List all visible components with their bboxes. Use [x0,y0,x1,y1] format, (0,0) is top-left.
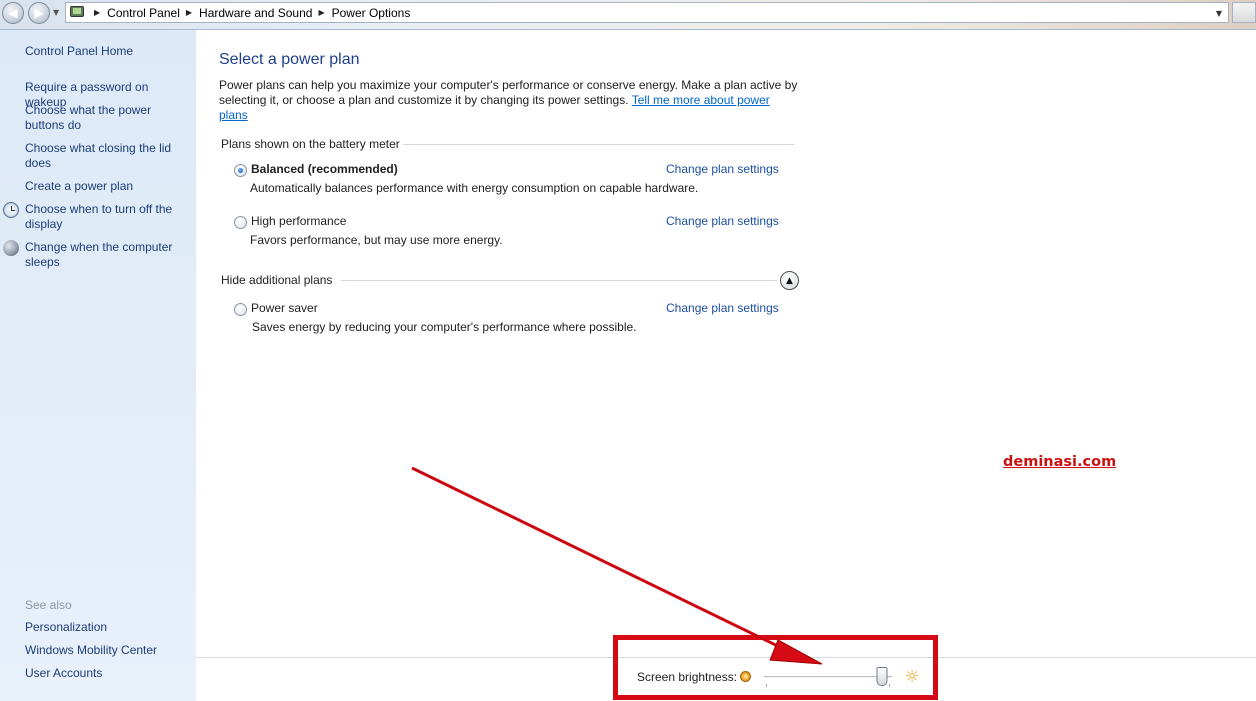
plan-desc-balanced: Automatically balances performance with … [250,181,699,195]
change-plan-settings-balanced[interactable]: Change plan settings [666,162,779,176]
plan-name-power-saver[interactable]: Power saver [251,301,318,315]
intro-text: Power plans can help you maximize your c… [219,78,799,123]
chevron-right-icon[interactable]: ▶ [94,8,100,17]
breadcrumb-hardware-and-sound[interactable]: Hardware and Sound [199,6,312,20]
control-panel-home-link[interactable]: Control Panel Home [25,44,193,59]
plan-desc-high-performance: Favors performance, but may use more ene… [250,233,503,247]
change-plan-settings-power-saver[interactable]: Change plan settings [666,301,779,315]
back-arrow-icon: ◀ [8,6,18,20]
highlight-box [613,635,938,700]
closing-lid-link[interactable]: Choose what closing the lid does [25,141,193,171]
mobility-center-link[interactable]: Windows Mobility Center [25,643,193,658]
plan-radio-balanced[interactable] [234,164,247,177]
turn-off-display-link[interactable]: Choose when to turn off the display [25,202,193,232]
create-power-plan-link[interactable]: Create a power plan [25,179,193,194]
watermark-text: deminasi.com [1003,454,1117,470]
breadcrumb-power-options[interactable]: Power Options [332,6,411,20]
hide-additional-plans-header[interactable]: Hide additional plans [221,273,332,287]
chevron-right-icon[interactable]: ▶ [318,8,324,17]
forward-arrow-icon: ▶ [34,6,44,20]
recent-pages-dropdown[interactable]: ▼ [53,8,59,17]
breadcrumb-control-panel[interactable]: Control Panel [107,6,180,20]
control-panel-icon [70,5,88,20]
forward-button[interactable]: ▶ [28,2,50,24]
back-button[interactable]: ◀ [2,2,24,24]
chevron-down-icon[interactable]: ▼ [1216,9,1222,18]
power-buttons-link[interactable]: Choose what the power buttons do [25,103,193,133]
page-title: Select a power plan [219,51,360,68]
chevron-up-icon: ▲ [786,275,793,286]
plan-radio-power-saver[interactable] [234,303,247,316]
plan-radio-high-performance[interactable] [234,216,247,229]
divider [403,144,794,145]
see-also-heading: See also [25,598,72,612]
battery-meter-header: Plans shown on the battery meter [221,137,400,151]
plan-name-high-performance[interactable]: High performance [251,214,346,228]
chevron-right-icon[interactable]: ▶ [186,8,192,17]
collapse-button[interactable]: ▲ [780,271,799,290]
plan-name-balanced[interactable]: Balanced (recommended) [251,162,398,176]
plan-desc-power-saver: Saves energy by reducing your computer's… [252,320,637,334]
user-accounts-link[interactable]: User Accounts [25,666,193,681]
breadcrumb[interactable]: ▶ Control Panel ▶ Hardware and Sound ▶ P… [65,2,1229,23]
address-bar: ◀ ▶ ▼ ▶ Control Panel ▶ Hardware and Sou… [0,0,1256,30]
moon-icon [3,240,19,256]
refresh-button[interactable] [1232,2,1256,23]
computer-sleeps-link[interactable]: Change when the computer sleeps [25,240,193,270]
divider [341,280,777,281]
clock-icon [3,202,19,218]
left-task-pane: Control Panel Home Require a password on… [0,30,196,701]
personalization-link[interactable]: Personalization [25,620,193,635]
change-plan-settings-high-performance[interactable]: Change plan settings [666,214,779,228]
